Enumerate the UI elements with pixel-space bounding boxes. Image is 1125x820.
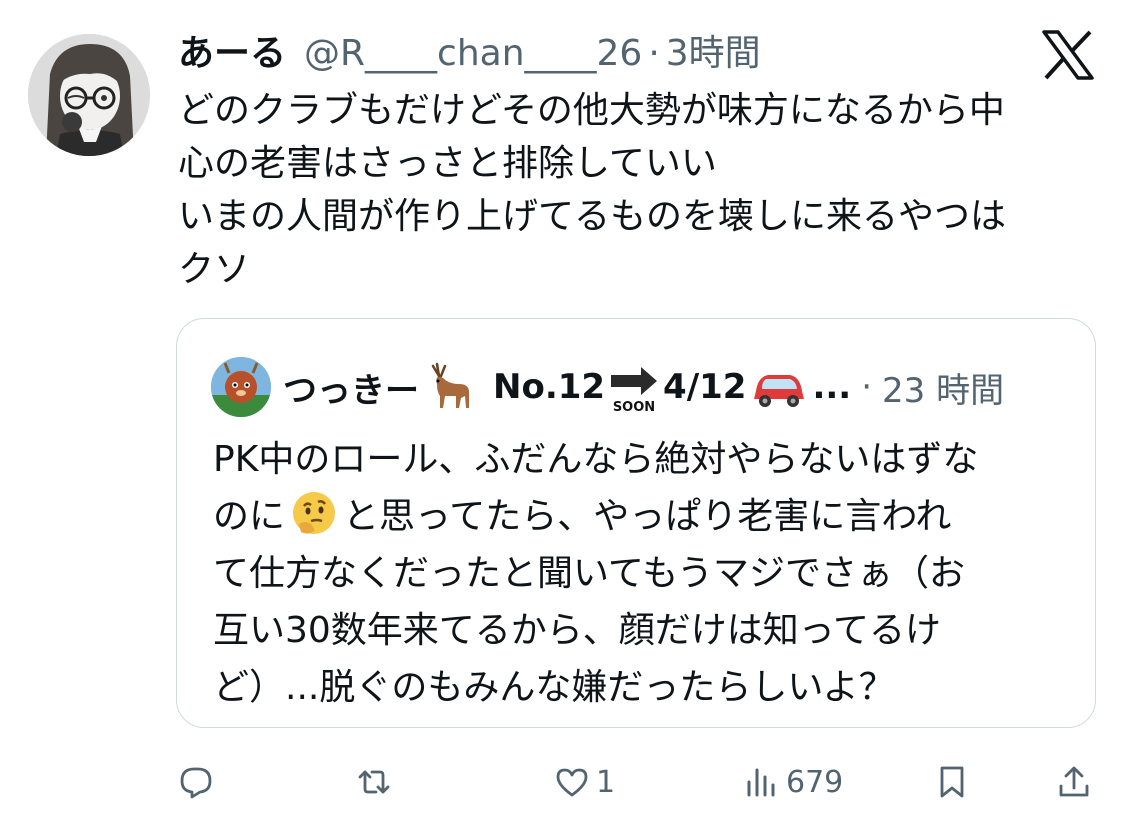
- thinking-face-emoji-icon: [293, 492, 336, 534]
- quoted-line-rest: と思ってたら、やっぱり老害に言われ: [343, 496, 952, 537]
- views-count: 679: [786, 764, 844, 800]
- quoted-author-avatar[interactable]: [211, 357, 271, 417]
- soon-label: SOON: [613, 400, 655, 413]
- separator-dot: ·: [648, 33, 660, 74]
- tweet-header: あーる @R____chan____26 · 3時間: [178, 24, 761, 76]
- heart-icon: [556, 768, 588, 797]
- like-count: 1: [596, 764, 616, 800]
- quoted-line: ど）...脱ぐのもみんな嫌だったらしいよ？: [213, 667, 895, 708]
- tweet-text: どのクラブもだけどその他大勢が味方になるから中 心の老害はさっさと排除していい …: [178, 84, 1098, 296]
- author-avatar[interactable]: [28, 34, 150, 156]
- mascot-avatar-icon: [211, 357, 271, 417]
- action-bar: 1 679: [0, 754, 1125, 810]
- quoted-line: PK中のロール、ふだんなら絶対やらないはずな: [213, 439, 979, 480]
- views-icon: [747, 768, 775, 797]
- tweet-timestamp[interactable]: 3時間: [666, 24, 761, 76]
- views-button[interactable]: 679: [744, 754, 843, 810]
- reply-button[interactable]: [178, 754, 220, 810]
- soon-arrow-emoji-icon: SOON: [607, 361, 661, 415]
- author-display-name[interactable]: あーる: [178, 24, 286, 76]
- author-handle[interactable]: @R____chan____26: [304, 33, 642, 74]
- share-icon: [1059, 766, 1089, 797]
- quoted-separator-dot: ·: [861, 367, 872, 407]
- car-emoji-icon: [754, 375, 805, 407]
- like-button[interactable]: 1: [554, 754, 615, 810]
- quoted-tweet-card[interactable]: つっきー No.12 SOON 4/12 ... · 23 時間 PK中のロール…: [176, 318, 1096, 728]
- share-button[interactable]: [1056, 754, 1092, 810]
- tweet-line: どのクラブもだけどその他大勢が味方になるから中: [178, 90, 1005, 131]
- tweet-line: いまの人間が作り上げてるものを壊しに来るやつは: [178, 196, 1007, 237]
- quoted-line: 互い30数年来てるから、顔だけは知ってるけ: [213, 610, 942, 651]
- bookmark-icon: [940, 766, 964, 798]
- tweet-line: 心の老害はさっさと排除していい: [178, 143, 717, 184]
- avatar-girl-with-glasses-icon: [28, 34, 150, 156]
- quoted-tweet-header: つっきー No.12 SOON 4/12 ... · 23 時間: [211, 357, 1004, 417]
- quoted-author-suffix: No.12: [493, 367, 606, 407]
- quoted-line: て仕方なくだったと聞いてもうマジでさぁ（お: [213, 553, 966, 594]
- retweet-button[interactable]: [356, 754, 398, 810]
- tweet-line: クソ: [178, 249, 251, 290]
- retweet-icon: [358, 770, 390, 794]
- quoted-tweet-text: PK中のロール、ふだんなら絶対やらないはずな のに と思ってたら、やっぱり老害に…: [213, 431, 1073, 716]
- x-logo-icon[interactable]: [1042, 30, 1094, 80]
- deer-emoji-icon: [431, 362, 469, 408]
- quoted-name-ellipsis: ...: [812, 367, 852, 407]
- quoted-line-prefix: のに: [213, 496, 286, 537]
- quoted-author-date: 4/12: [663, 367, 747, 407]
- quoted-author-display-name[interactable]: つっきー: [283, 363, 419, 412]
- reply-icon: [180, 767, 212, 799]
- bookmark-button[interactable]: [934, 754, 970, 810]
- quoted-line-with-emoji: のに と思ってたら、やっぱり老害に言われ: [213, 488, 1073, 545]
- quoted-timestamp[interactable]: 23 時間: [882, 363, 1004, 412]
